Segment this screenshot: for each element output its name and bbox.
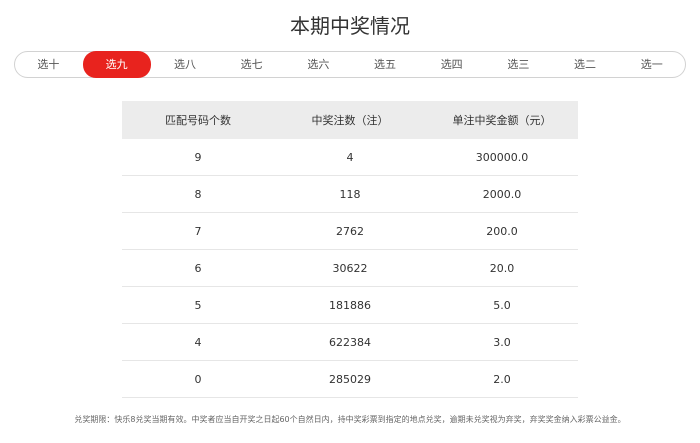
tab-select-8[interactable]: 选八 [152, 52, 219, 77]
cell-match-count: 6 [122, 249, 274, 287]
cell-prize-amount: 20.0 [426, 249, 578, 287]
header-winning-bets: 中奖注数（注） [274, 101, 426, 139]
tab-select-2[interactable]: 选二 [552, 52, 619, 77]
header-prize-amount: 单注中奖金额（元） [426, 101, 578, 139]
table-row: 8 118 2000.0 [122, 175, 578, 213]
cell-match-count: 9 [122, 139, 274, 176]
tab-select-3[interactable]: 选三 [485, 52, 552, 77]
cell-winning-bets: 285029 [274, 360, 426, 398]
cell-winning-bets: 4 [274, 139, 426, 176]
table-row: 7 2762 200.0 [122, 212, 578, 250]
cell-match-count: 4 [122, 323, 274, 361]
cell-winning-bets: 181886 [274, 286, 426, 324]
tab-select-1[interactable]: 选一 [618, 52, 685, 77]
tab-select-10[interactable]: 选十 [15, 52, 82, 77]
cell-prize-amount: 2000.0 [426, 175, 578, 213]
cell-prize-amount: 3.0 [426, 323, 578, 361]
redemption-notice: 兑奖期限：快乐8兑奖当期有效。中奖者应当自开奖之日起60个自然日内，持中奖彩票到… [74, 415, 626, 424]
cell-prize-amount: 2.0 [426, 360, 578, 398]
cell-winning-bets: 622384 [274, 323, 426, 361]
cell-winning-bets: 118 [274, 175, 426, 213]
tab-select-5[interactable]: 选五 [352, 52, 419, 77]
tab-select-4[interactable]: 选四 [418, 52, 485, 77]
play-type-tab-bar: 选十 选九 选八 选七 选六 选五 选四 选三 选二 选一 [14, 51, 686, 78]
table-header-row: 匹配号码个数 中奖注数（注） 单注中奖金额（元） [122, 101, 578, 139]
table-row: 6 30622 20.0 [122, 249, 578, 287]
tab-select-9[interactable]: 选九 [82, 51, 151, 78]
cell-winning-bets: 2762 [274, 212, 426, 250]
cell-winning-bets: 30622 [274, 249, 426, 287]
table-row: 5 181886 5.0 [122, 286, 578, 324]
cell-match-count: 7 [122, 212, 274, 250]
prize-table: 匹配号码个数 中奖注数（注） 单注中奖金额（元） 9 4 300000.0 8 … [122, 101, 578, 398]
cell-match-count: 8 [122, 175, 274, 213]
header-match-count: 匹配号码个数 [122, 101, 274, 139]
tab-select-7[interactable]: 选七 [218, 52, 285, 77]
cell-prize-amount: 5.0 [426, 286, 578, 324]
table-row: 4 622384 3.0 [122, 323, 578, 361]
tab-select-6[interactable]: 选六 [285, 52, 352, 77]
cell-match-count: 0 [122, 360, 274, 398]
page-title: 本期中奖情况 [290, 14, 410, 38]
table-row: 0 285029 2.0 [122, 360, 578, 398]
cell-match-count: 5 [122, 286, 274, 324]
cell-prize-amount: 200.0 [426, 212, 578, 250]
cell-prize-amount: 300000.0 [426, 139, 578, 176]
table-row: 9 4 300000.0 [122, 139, 578, 176]
